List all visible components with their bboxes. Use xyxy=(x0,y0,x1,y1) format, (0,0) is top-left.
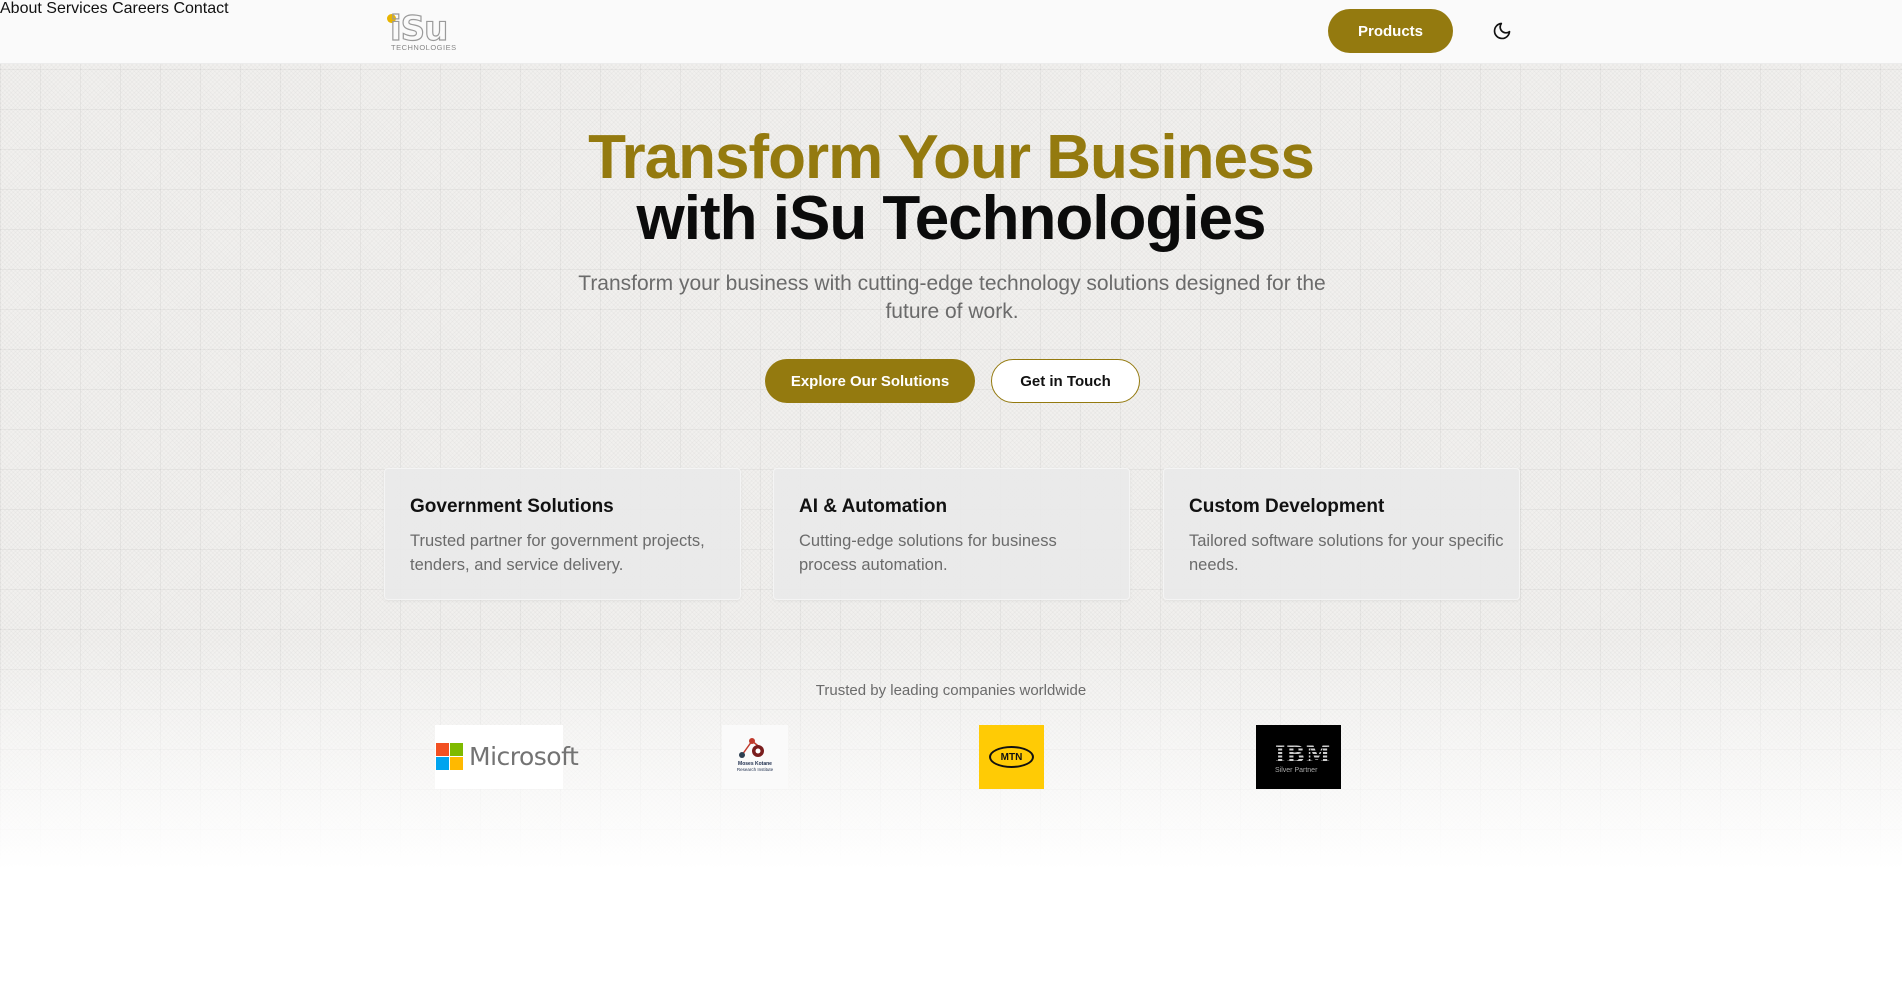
trusted-by-label: Trusted by leading companies worldwide xyxy=(815,682,1087,699)
feature-card-custom: Custom Development Tailored software sol… xyxy=(1163,468,1520,600)
feature-card-title: AI & Automation xyxy=(799,496,948,517)
svg-text:Research Institute: Research Institute xyxy=(737,767,774,772)
moon-icon xyxy=(1493,22,1511,40)
feature-card-title: Government Solutions xyxy=(410,496,614,517)
products-button[interactable]: Products xyxy=(1328,9,1453,53)
theme-toggle-button[interactable] xyxy=(1492,21,1512,41)
moses-kotane-emblem-icon: Moses Kotane Research Institute xyxy=(737,738,774,772)
feature-card-description: Trusted partner for government projects,… xyxy=(410,532,705,574)
moses-kotane-logo: Moses Kotane Research Institute xyxy=(722,725,788,789)
nav-about[interactable]: About xyxy=(0,0,42,17)
hero-title-line1: Transform Your Business xyxy=(588,123,1315,192)
hero-subtitle: Transform your business with cutting-edg… xyxy=(578,272,1326,323)
microsoft-logo: Microsoft xyxy=(435,725,579,789)
nav-contact[interactable]: Contact xyxy=(173,0,228,17)
ibm-wordmark: IBM xyxy=(1275,742,1332,768)
feature-card-description: Cutting-edge solutions for business proc… xyxy=(799,532,1057,574)
feature-card-ai: AI & Automation Cutting-edge solutions f… xyxy=(773,468,1130,600)
mtn-logo: MTN xyxy=(979,725,1044,789)
explore-solutions-button[interactable]: Explore Our Solutions xyxy=(765,359,975,403)
logo-wordmark: iSu xyxy=(389,9,449,49)
hero-title-line2: with iSu Technologies xyxy=(636,184,1267,253)
isu-logo[interactable]: iSu TECHNOLOGIES xyxy=(382,10,466,52)
site-header: iSu TECHNOLOGIES About Services Careers … xyxy=(0,0,1902,64)
feature-card-title: Custom Development xyxy=(1189,496,1385,517)
get-in-touch-button[interactable]: Get in Touch xyxy=(991,359,1140,403)
feature-card-description: Tailored software solutions for your spe… xyxy=(1189,532,1504,574)
mtn-wordmark: MTN xyxy=(989,746,1034,768)
microsoft-wordmark: Microsoft xyxy=(469,742,579,771)
ibm-partner-label: Silver Partner xyxy=(1275,767,1318,774)
ibm-logo: IBM Silver Partner xyxy=(1256,725,1341,789)
logo-subtitle: TECHNOLOGIES xyxy=(391,43,457,52)
nav-services[interactable]: Services xyxy=(46,0,107,17)
microsoft-grid-icon xyxy=(436,743,463,770)
feature-card-government: Government Solutions Trusted partner for… xyxy=(384,468,741,600)
nav-careers[interactable]: Careers xyxy=(112,0,169,17)
